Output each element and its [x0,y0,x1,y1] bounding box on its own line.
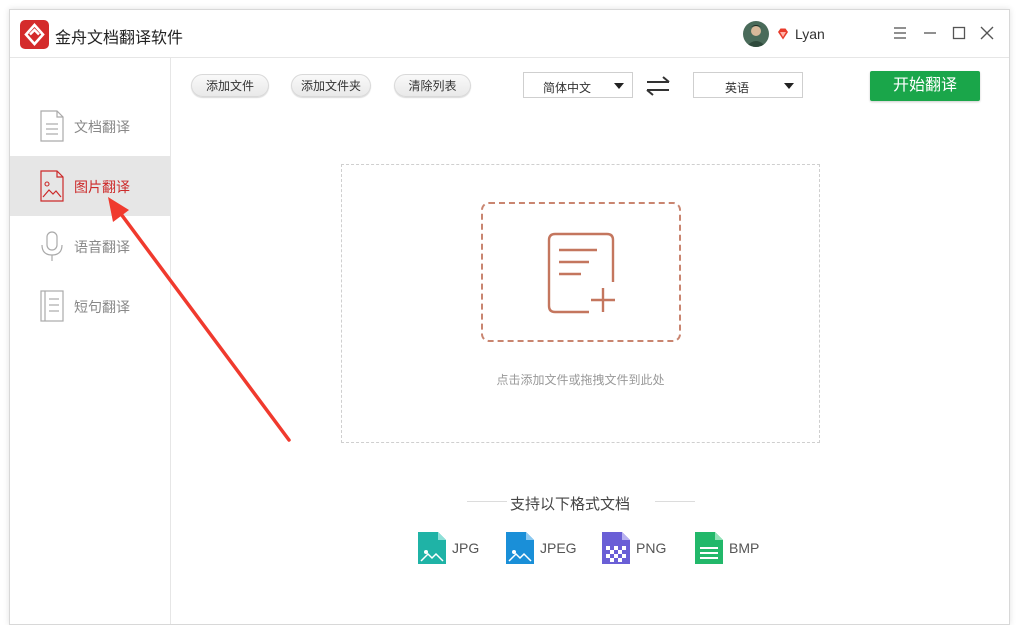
target-language-value: 英语 [724,81,749,95]
image-file-icon [40,170,64,202]
microphone-icon [41,231,63,261]
text-file-icon [40,290,64,322]
format-label: PNG [636,540,667,556]
minimize-icon[interactable] [920,23,940,43]
png-file-icon [602,532,630,564]
add-document-icon [547,232,615,314]
target-language-select[interactable]: 英语 [693,72,803,98]
menu-icon[interactable] [890,23,910,43]
divider [655,501,695,502]
sidebar-item-voice-translation[interactable]: 语音翻译 [10,216,170,276]
supported-formats-title: 支持以下格式文档 [509,496,630,513]
start-translation-button[interactable]: 开始翻译 [870,71,980,101]
sidebar-item-label: 文档翻译 [74,119,130,135]
swap-languages-icon[interactable] [643,75,673,97]
close-icon[interactable] [977,23,997,43]
clear-list-button[interactable]: 清除列表 [394,74,471,97]
title-bar: 金舟文档翻译软件 Lyan [10,10,1009,58]
add-file-area[interactable] [481,202,681,342]
vip-diamond-icon [778,28,788,40]
source-language-value: 简体中文 [542,81,591,95]
jpg-file-icon [418,532,446,564]
document-icon [40,110,64,142]
format-label: JPG [452,540,480,556]
add-folder-button[interactable]: 添加文件夹 [291,74,371,97]
sidebar-item-sentence-translation[interactable]: 短句翻译 [10,276,170,336]
sidebar-item-document-translation[interactable]: 文档翻译 [10,96,170,156]
app-title: 金舟文档翻译软件 [55,30,184,47]
source-language-select[interactable]: 简体中文 [523,72,633,98]
bmp-file-icon [695,532,723,564]
sidebar-item-label: 语音翻译 [74,239,130,255]
chevron-down-icon [784,83,794,89]
add-file-button[interactable]: 添加文件 [191,74,269,97]
avatar[interactable] [743,21,769,47]
sidebar-item-image-translation[interactable]: 图片翻译 [10,156,170,216]
format-label: JPEG [540,540,577,556]
sidebar-item-label: 短句翻译 [74,299,130,315]
username: Lyan [795,26,825,42]
format-label: BMP [729,540,760,556]
sidebar: 文档翻译 图片翻译 语音翻译 短句翻译 [10,58,171,624]
chevron-down-icon [614,83,624,89]
maximize-icon[interactable] [949,23,969,43]
sidebar-item-label: 图片翻译 [74,179,130,195]
app-logo-icon [20,20,49,49]
drop-hint-text: 点击添加文件或拖拽文件到此处 [496,373,665,387]
jpeg-file-icon [506,532,534,564]
file-drop-zone[interactable]: 点击添加文件或拖拽文件到此处 [341,164,820,443]
avatar-image-icon [743,21,769,47]
